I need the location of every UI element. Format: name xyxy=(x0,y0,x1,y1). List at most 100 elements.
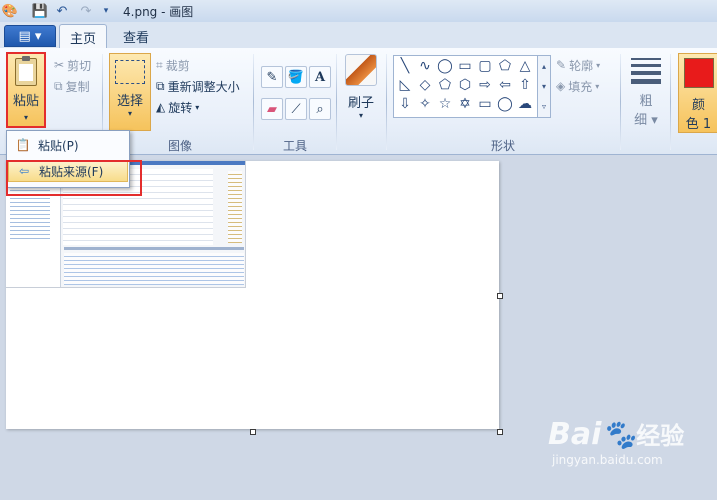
eraser-icon[interactable]: ▰ xyxy=(261,98,283,120)
tab-strip xyxy=(0,22,717,49)
clipboard-icon xyxy=(15,56,37,86)
divider xyxy=(386,54,387,150)
diamond-shape-icon[interactable]: ◇ xyxy=(415,76,435,95)
right-arrow-shape-icon[interactable]: ⇨ xyxy=(475,76,495,95)
drawing-canvas[interactable] xyxy=(6,161,499,429)
pencil-icon[interactable]: ✎ xyxy=(261,66,283,88)
customize-icon[interactable]: ▾ xyxy=(98,3,114,19)
curve-shape-icon[interactable]: ∿ xyxy=(415,57,435,76)
watermark-brand2: 经验 xyxy=(636,422,685,450)
outline-label: 轮廓 xyxy=(569,58,594,73)
divider xyxy=(670,54,671,150)
highlight-box xyxy=(6,160,142,196)
undo-icon[interactable]: ↶ xyxy=(54,3,70,19)
oval-shape-icon[interactable]: ◯ xyxy=(435,57,455,76)
rectangle-shape-icon[interactable]: ▭ xyxy=(455,57,475,76)
crop-button[interactable]: ⌗ 裁剪 xyxy=(156,56,190,74)
four-point-star-shape-icon[interactable]: ✧ xyxy=(415,95,435,114)
size-label-bottom-text: 细 xyxy=(634,113,648,128)
chevron-down-icon: ▾ xyxy=(195,102,200,112)
select-label: 选择 xyxy=(116,94,143,109)
menu-item-paste[interactable]: 📋 粘贴(P) xyxy=(8,134,128,156)
color-picker-icon[interactable]: ⟋ xyxy=(285,98,307,120)
cut-button[interactable]: ✂ 剪切 xyxy=(54,56,91,74)
color1-label-bottom: 色 1 xyxy=(685,117,712,132)
text-icon[interactable]: A xyxy=(309,66,331,88)
callout-rect-shape-icon[interactable]: ▭ xyxy=(475,95,495,114)
paste-button[interactable]: 粘贴 ▾ xyxy=(6,52,46,128)
rotate-label: 旋转 xyxy=(168,100,193,115)
divider xyxy=(336,54,337,150)
brushes-label: 刷子 xyxy=(347,96,374,111)
brush-icon xyxy=(345,54,377,86)
resize-label: 重新调整大小 xyxy=(167,79,240,94)
outline-icon: ✎ xyxy=(556,58,567,72)
divider xyxy=(253,54,254,150)
outline-button[interactable]: ✎ 轮廓 ▾ xyxy=(556,56,600,74)
rounded-rectangle-shape-icon[interactable]: ▢ xyxy=(475,57,495,76)
triangle-shape-icon[interactable]: △ xyxy=(515,57,535,76)
resize-handle-corner[interactable] xyxy=(497,429,503,435)
watermark: Bai🐾经验 jingyan.baidu.com xyxy=(548,417,685,468)
color1-label-top: 颜 xyxy=(691,98,705,113)
chevron-down-icon: ▾ xyxy=(596,60,601,70)
shapes-gallery: ╲ ∿ ◯ ▭ ▢ ⬠ △ ◺ ◇ ⬠ ⬡ ⇨ ⇦ ⇧ ⇩ ✧ ☆ ✡ ▭ ◯ ☁ xyxy=(393,55,538,118)
rotate-button[interactable]: ◭ 旋转 ▾ xyxy=(156,98,199,116)
callout-oval-shape-icon[interactable]: ◯ xyxy=(495,95,515,114)
resize-button[interactable]: ⧉ 重新调整大小 xyxy=(156,77,240,95)
copy-icon: ⧉ xyxy=(54,78,63,93)
size-button[interactable]: 粗 细 ▾ xyxy=(628,54,664,130)
fill-label: 填充 xyxy=(568,79,593,94)
five-point-star-shape-icon[interactable]: ☆ xyxy=(435,95,455,114)
resize-icon: ⧉ xyxy=(156,78,165,93)
paw-icon: 🐾 xyxy=(601,418,637,451)
six-point-star-shape-icon[interactable]: ✡ xyxy=(455,95,475,114)
resize-handle-bottom[interactable] xyxy=(250,429,256,435)
resize-handle-right[interactable] xyxy=(497,293,503,299)
select-icon xyxy=(115,60,145,84)
watermark-url: jingyan.baidu.com xyxy=(552,453,663,467)
divider xyxy=(620,54,621,150)
watermark-brand: Bai xyxy=(548,417,602,452)
clipboard-icon: 📋 xyxy=(15,138,31,152)
crop-label: 裁剪 xyxy=(165,58,190,73)
select-button[interactable]: 选择 ▾ xyxy=(109,53,151,131)
left-arrow-shape-icon[interactable]: ⇦ xyxy=(495,76,515,95)
right-triangle-shape-icon[interactable]: ◺ xyxy=(395,76,415,95)
fill-button[interactable]: ◈ 填充 ▾ xyxy=(556,77,599,95)
chevron-down-icon: ▾ xyxy=(595,81,600,91)
chevron-down-icon: ▾ xyxy=(358,111,363,120)
hexagon-shape-icon[interactable]: ⬡ xyxy=(455,76,475,95)
size-label-bottom: 细 ▾ xyxy=(634,113,658,128)
app-icon[interactable]: 🎨 xyxy=(2,3,18,19)
pentagon-shape-icon[interactable]: ⬠ xyxy=(435,76,455,95)
tab-view[interactable]: 查看 xyxy=(113,24,159,48)
copy-button[interactable]: ⧉ 复制 xyxy=(54,77,90,95)
callout-cloud-shape-icon[interactable]: ☁ xyxy=(515,95,535,114)
rotate-icon: ◭ xyxy=(156,100,166,114)
menu-item-paste-label: 粘贴(P) xyxy=(38,138,79,153)
color1-button[interactable]: 颜 色 1 xyxy=(678,53,717,133)
shapes-scroll[interactable]: ▴ ▾ ▿ xyxy=(537,55,551,118)
copy-label: 复制 xyxy=(65,79,90,94)
scissors-icon: ✂ xyxy=(54,58,65,72)
save-icon[interactable]: 💾 xyxy=(32,3,48,19)
color1-swatch xyxy=(683,58,714,88)
polygon-shape-icon[interactable]: ⬠ xyxy=(495,57,515,76)
line-shape-icon[interactable]: ╲ xyxy=(395,57,415,76)
down-arrow-shape-icon[interactable]: ⇩ xyxy=(395,95,415,114)
redo-icon[interactable]: ↷ xyxy=(78,3,94,19)
file-menu-button[interactable]: ▤ ▾ xyxy=(4,25,56,47)
chevron-down-icon: ▾ xyxy=(541,81,546,91)
tab-home[interactable]: 主页 xyxy=(59,24,107,49)
line-width-icon xyxy=(631,58,661,84)
tools-group-label: 工具 xyxy=(282,139,307,153)
menu-icon: ▤ ▾ xyxy=(18,28,42,44)
chevron-up-icon: ▴ xyxy=(541,61,546,71)
paste-label: 粘贴 xyxy=(12,94,39,109)
chevron-down-icon: ▾ xyxy=(23,113,28,122)
brushes-button[interactable]: 刷子 ▾ xyxy=(342,54,380,126)
fill-bucket-icon[interactable]: 🪣 xyxy=(285,66,307,88)
magnifier-icon[interactable]: ⌕ xyxy=(309,98,331,120)
up-arrow-shape-icon[interactable]: ⇧ xyxy=(515,76,535,95)
